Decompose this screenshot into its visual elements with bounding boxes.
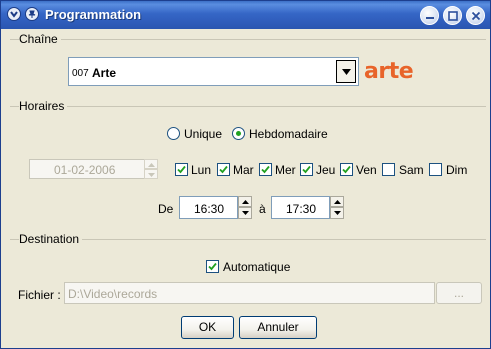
radio-hebdomadaire-label: Hebdomadaire [249, 127, 328, 141]
checkbox-sam[interactable] [382, 163, 395, 176]
close-button[interactable] [466, 6, 485, 25]
radio-unique[interactable] [167, 127, 180, 140]
ok-button[interactable]: OK [181, 316, 234, 339]
from-spin-up[interactable] [238, 196, 252, 207]
channel-name: Arte [92, 66, 117, 80]
to-time-spinner[interactable] [330, 196, 344, 219]
day-label-jeu: Jeu [316, 163, 336, 177]
channel-combo[interactable]: 007 Arte [68, 57, 359, 86]
window-title: Programmation [45, 7, 142, 22]
to-spin-up[interactable] [330, 196, 344, 207]
checkbox-dim[interactable] [429, 163, 442, 176]
day-label-mar: Mar [233, 163, 254, 177]
title-bar[interactable]: Programmation [1, 1, 490, 29]
radio-unique-label: Unique [184, 127, 223, 141]
checkbox-mar[interactable] [217, 163, 230, 176]
channel-number: 007 [72, 68, 89, 79]
radio-selected-dot [236, 131, 241, 136]
file-path-field[interactable]: D:\Video\records [64, 282, 435, 304]
date-value: 01-02-2006 [54, 163, 116, 177]
horaires-group-line [10, 106, 486, 107]
from-label: De [158, 202, 174, 216]
day-label-mer: Mer [275, 163, 296, 177]
from-time-spinner[interactable] [238, 196, 252, 219]
to-time-field[interactable]: 17:30 [271, 196, 330, 219]
file-label: Fichier : [18, 288, 61, 302]
checkbox-jeu[interactable] [300, 163, 313, 176]
programmation-dialog: Programmation Chaîne 007 Arte arte Horai… [0, 0, 491, 349]
day-label-lun: Lun [191, 163, 212, 177]
chaine-group-line [10, 39, 486, 40]
pin-icon[interactable] [25, 7, 39, 21]
day-label-dim: Dim [446, 163, 468, 177]
cancel-button[interactable]: Annuler [239, 316, 317, 339]
minimize-button[interactable] [420, 6, 439, 25]
from-time-value: 16:30 [194, 202, 225, 216]
checkbox-automatique[interactable] [206, 260, 219, 273]
chaine-group-label: Chaîne [19, 32, 61, 46]
day-label-sam: Sam [399, 163, 424, 177]
arte-logo: arte [364, 59, 414, 84]
checkbox-mer[interactable] [259, 163, 272, 176]
date-spin-up[interactable] [144, 159, 158, 169]
to-spin-down[interactable] [330, 207, 344, 219]
destination-group-label: Destination [19, 232, 83, 246]
file-path-value: D:\Video\records [68, 287, 158, 301]
browse-button[interactable]: ... [436, 282, 482, 304]
menu-icon[interactable] [7, 7, 21, 21]
to-label: à [259, 202, 266, 216]
chevron-down-icon[interactable] [336, 60, 356, 83]
checkbox-lun[interactable] [175, 163, 188, 176]
to-time-value: 17:30 [286, 202, 317, 216]
date-spinner[interactable] [144, 159, 158, 179]
from-time-field[interactable]: 16:30 [179, 196, 238, 219]
date-spin-down[interactable] [144, 169, 158, 179]
maximize-button[interactable] [443, 6, 462, 25]
date-field[interactable]: 01-02-2006 [29, 159, 145, 179]
from-spin-down[interactable] [238, 207, 252, 219]
day-label-ven: Ven [356, 163, 377, 177]
automatique-label: Automatique [223, 260, 291, 274]
radio-hebdomadaire[interactable] [232, 127, 245, 140]
horaires-group-label: Horaires [19, 99, 68, 113]
checkbox-ven[interactable] [340, 163, 353, 176]
